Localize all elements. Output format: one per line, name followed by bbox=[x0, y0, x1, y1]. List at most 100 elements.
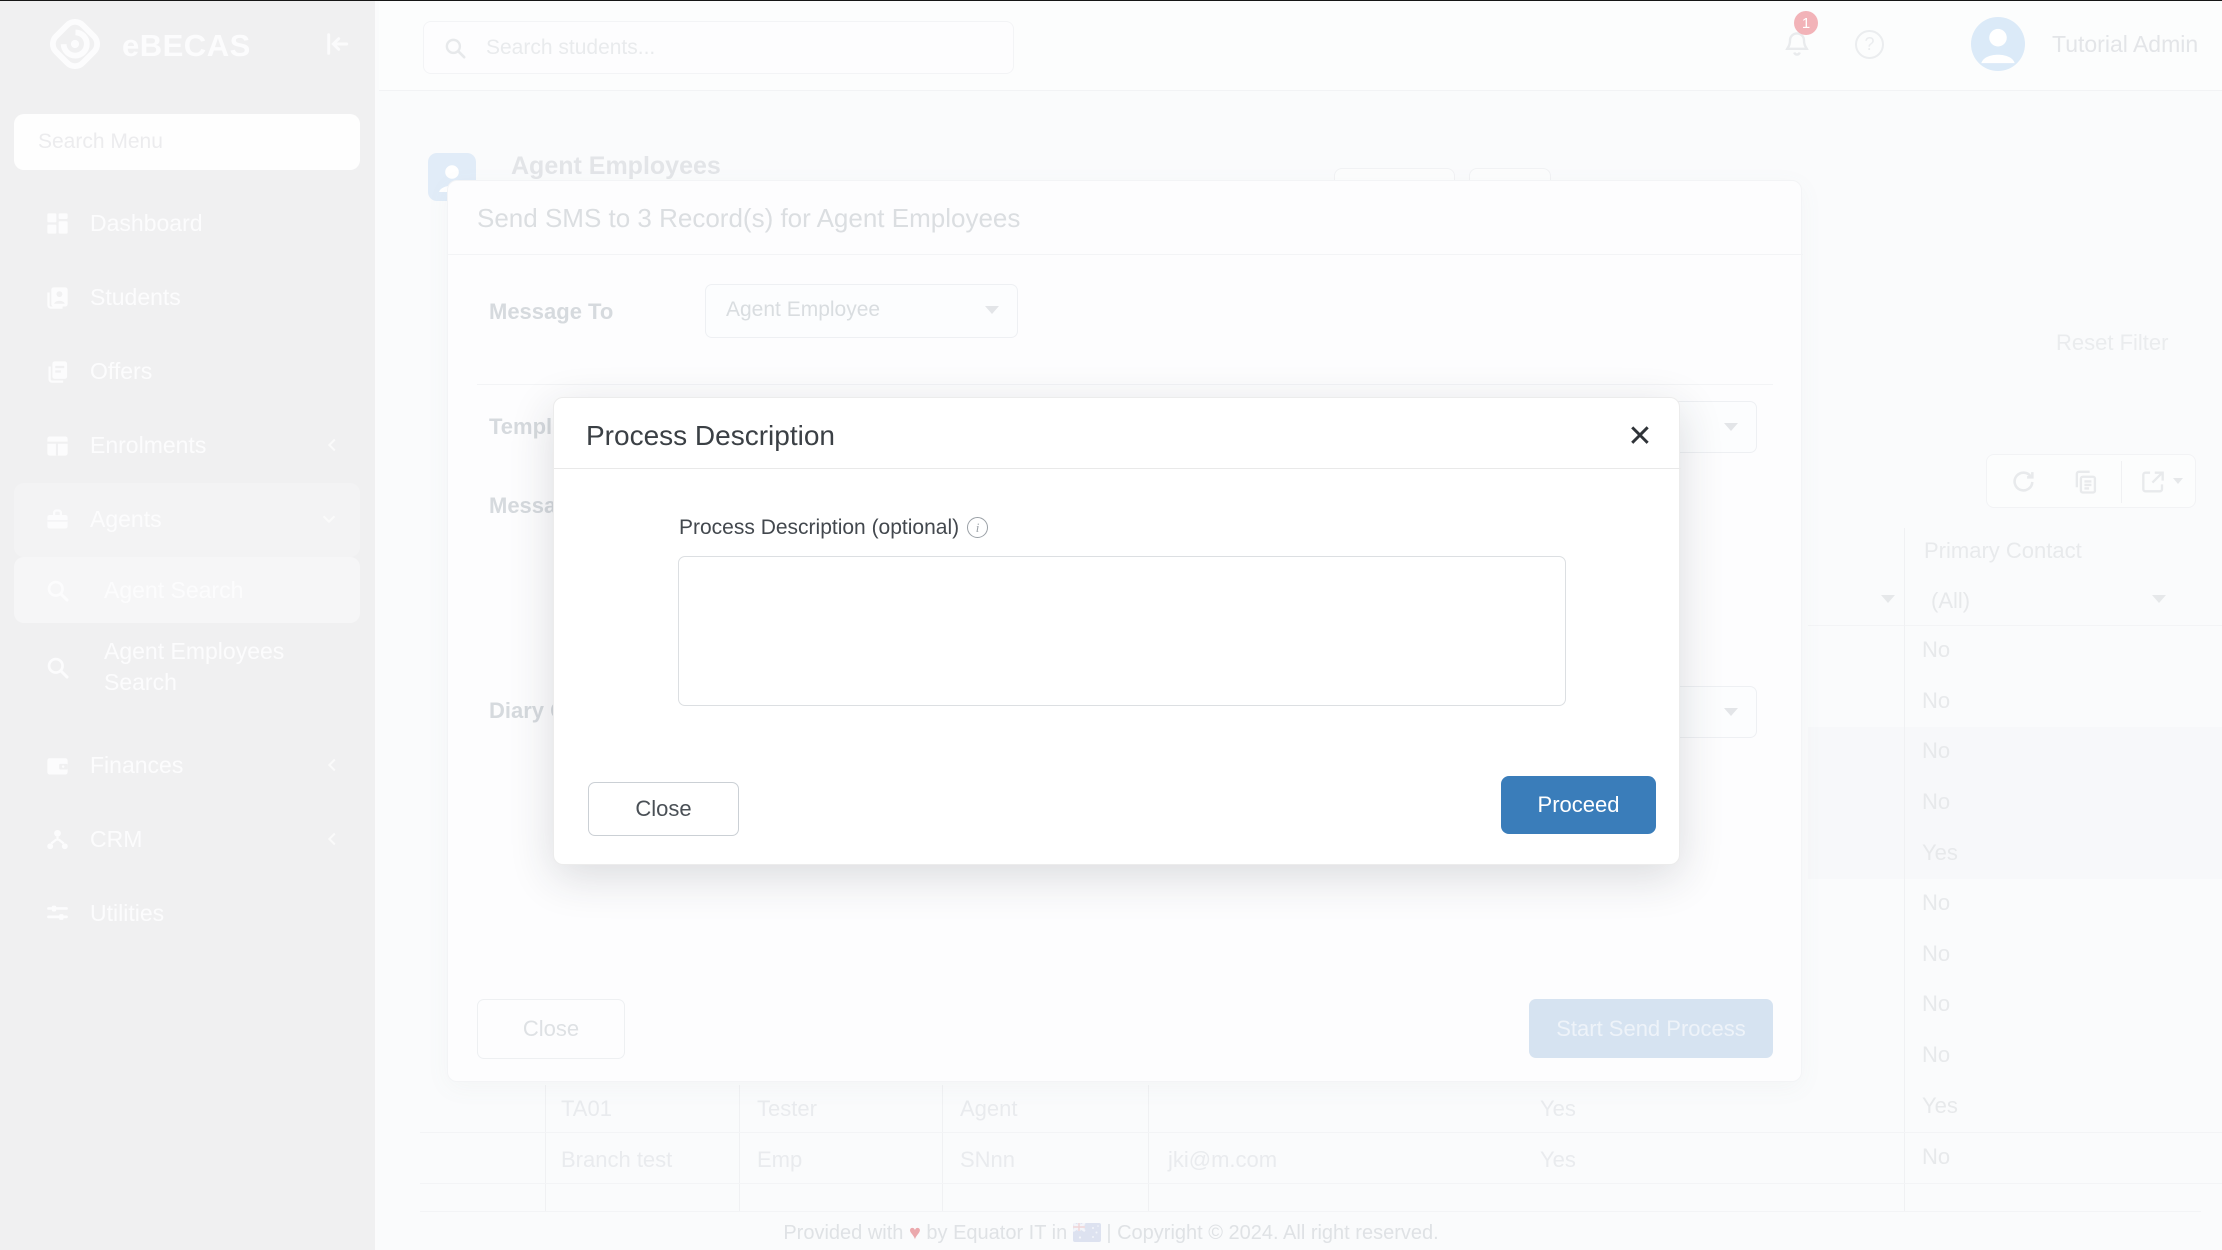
sidebar-item-offers[interactable]: Offers bbox=[0, 343, 377, 399]
cell-code: TA01 bbox=[561, 1096, 612, 1122]
divider bbox=[477, 384, 1773, 385]
cell-code: Branch test bbox=[561, 1147, 672, 1173]
grid-bottom-rows: TA01 Tester Agent Yes Branch test Emp SN… bbox=[420, 1085, 2222, 1211]
chevron-left-icon bbox=[322, 434, 344, 456]
message-to-label: Message To bbox=[489, 299, 613, 325]
footer-text: Provided with bbox=[783, 1222, 903, 1244]
cell-flag: Yes bbox=[1540, 1096, 1576, 1122]
close-icon[interactable] bbox=[1616, 412, 1664, 460]
sidebar-item-agents[interactable]: Agents bbox=[0, 491, 377, 547]
toolbar-divider bbox=[2121, 461, 2122, 503]
sidebar-item-students[interactable]: Students bbox=[0, 269, 377, 325]
process-description-label: Process Description (optional) bbox=[679, 516, 959, 540]
footer: Provided with ♥ by Equator IT in | Copyr… bbox=[0, 1222, 2222, 1245]
export-dropdown-caret-icon[interactable] bbox=[2173, 478, 2183, 484]
sidebar-item-label: CRM bbox=[90, 826, 142, 853]
grid-cell-primary-contact: No bbox=[1922, 738, 2002, 764]
process-modal-title: Process Description bbox=[586, 420, 835, 452]
agents-icon bbox=[44, 506, 71, 533]
info-icon[interactable] bbox=[967, 517, 988, 538]
reset-filter-link[interactable]: Reset Filter bbox=[2056, 330, 2168, 356]
process-description-textarea[interactable] bbox=[678, 556, 1566, 706]
filter-caret-icon[interactable] bbox=[1881, 595, 1895, 603]
sidebar-item-label: Enrolments bbox=[90, 432, 206, 459]
process-modal-close-button[interactable]: Close bbox=[588, 782, 739, 836]
sidebar-item-utilities[interactable]: Utilities bbox=[0, 885, 377, 941]
sidebar-item-enrolments[interactable]: Enrolments bbox=[0, 417, 377, 473]
sidebar-item-label: Students bbox=[90, 284, 181, 311]
grid-header-divider bbox=[1808, 625, 2222, 626]
sidebar-item-dashboard[interactable]: Dashboard bbox=[0, 195, 377, 251]
user-name[interactable]: Tutorial Admin bbox=[2052, 31, 2198, 58]
copy-icon[interactable] bbox=[2071, 468, 2099, 496]
refresh-icon[interactable] bbox=[2009, 468, 2037, 496]
sidebar-item-crm[interactable]: CRM bbox=[0, 811, 377, 867]
proceed-button[interactable]: Proceed bbox=[1501, 776, 1656, 834]
search-icon bbox=[442, 35, 468, 61]
message-label: Messa bbox=[489, 493, 556, 519]
chevron-left-icon bbox=[322, 828, 344, 850]
cell-type: SNnn bbox=[960, 1147, 1015, 1173]
window-top-edge bbox=[0, 0, 2222, 1]
grid-cell-primary-contact: No bbox=[1922, 890, 2002, 916]
sidebar-item-label: Utilities bbox=[90, 900, 164, 927]
start-send-process-button[interactable]: Start Send Process bbox=[1529, 999, 1773, 1058]
students-icon bbox=[44, 284, 71, 311]
offers-icon bbox=[44, 358, 71, 385]
global-search-input[interactable] bbox=[486, 22, 996, 73]
process-description-modal: Process Description Process Description … bbox=[553, 397, 1680, 865]
sidebar-item-finances[interactable]: Finances bbox=[0, 737, 377, 793]
chevron-down-icon bbox=[318, 508, 340, 530]
sidebar-item-label: Finances bbox=[90, 752, 183, 779]
divider bbox=[554, 468, 1681, 469]
page-title: Agent Employees bbox=[511, 152, 721, 181]
column-header-primary-contact[interactable]: Primary Contact bbox=[1924, 538, 2082, 564]
global-search bbox=[423, 21, 1014, 74]
sidebar-item-agent-search[interactable]: Agent Search bbox=[0, 557, 377, 623]
search-icon bbox=[44, 654, 71, 681]
grid-cell-primary-contact: No bbox=[1922, 637, 2002, 663]
cell-email: jki@m.com bbox=[1168, 1147, 1277, 1173]
topbar: 1 Tutorial Admin bbox=[379, 0, 2222, 91]
select-caret-icon bbox=[985, 306, 999, 314]
enrolments-icon bbox=[44, 432, 71, 459]
primary-contact-filter-value[interactable]: (All) bbox=[1931, 588, 1970, 614]
filter-caret-icon[interactable] bbox=[2152, 595, 2166, 603]
help-icon[interactable] bbox=[1855, 30, 1884, 59]
grid-cell-primary-contact: No bbox=[1922, 941, 2002, 967]
grid-cell-primary-contact: No bbox=[1922, 789, 2002, 815]
grid-cell-primary-contact: No bbox=[1922, 1042, 2002, 1068]
crm-icon bbox=[44, 826, 71, 853]
sidebar: eBECAS Dashboard Students Offers Enrolme… bbox=[0, 0, 377, 1250]
grid-cell-primary-contact: No bbox=[1922, 688, 2002, 714]
grid-cell-primary-contact: Yes bbox=[1922, 840, 2002, 866]
grid-highlight-band bbox=[1808, 727, 2222, 879]
avatar[interactable] bbox=[1971, 17, 2025, 71]
grid-bottom-edge bbox=[420, 1211, 2201, 1212]
sidebar-item-label: Agent Employees Search bbox=[104, 636, 324, 698]
sidebar-collapse-icon[interactable] bbox=[320, 28, 352, 60]
search-icon bbox=[44, 577, 71, 604]
footer-text: by Equator IT in bbox=[926, 1222, 1067, 1244]
select-caret-icon bbox=[1724, 708, 1738, 716]
message-to-value: Agent Employee bbox=[726, 298, 880, 322]
cell-flag: Yes bbox=[1540, 1147, 1576, 1173]
export-icon[interactable] bbox=[2139, 468, 2167, 496]
app-window: eBECAS Dashboard Students Offers Enrolme… bbox=[0, 0, 2222, 1250]
footer-text: | Copyright © 2024. All right reserved. bbox=[1106, 1222, 1438, 1244]
dashboard-icon bbox=[44, 210, 71, 237]
finances-icon bbox=[44, 752, 71, 779]
send-sms-modal-title: Send SMS to 3 Record(s) for Agent Employ… bbox=[477, 203, 1020, 234]
sidebar-item-agent-employees-search[interactable]: Agent Employees Search bbox=[0, 625, 377, 709]
grid-cell-primary-contact: No bbox=[1922, 991, 2002, 1017]
sms-modal-close-button[interactable]: Close bbox=[477, 999, 625, 1059]
sidebar-item-label: Agents bbox=[90, 506, 162, 533]
sidebar-menu-search-input[interactable] bbox=[14, 114, 360, 170]
sidebar-item-label: Dashboard bbox=[90, 210, 203, 237]
sidebar-item-label: Offers bbox=[90, 358, 152, 385]
select-caret-icon bbox=[1724, 423, 1738, 431]
template-label: Templ bbox=[489, 414, 552, 440]
app-logo-text: eBECAS bbox=[122, 28, 251, 64]
notification-count-badge: 1 bbox=[1794, 11, 1818, 35]
message-to-select[interactable]: Agent Employee bbox=[705, 284, 1018, 338]
